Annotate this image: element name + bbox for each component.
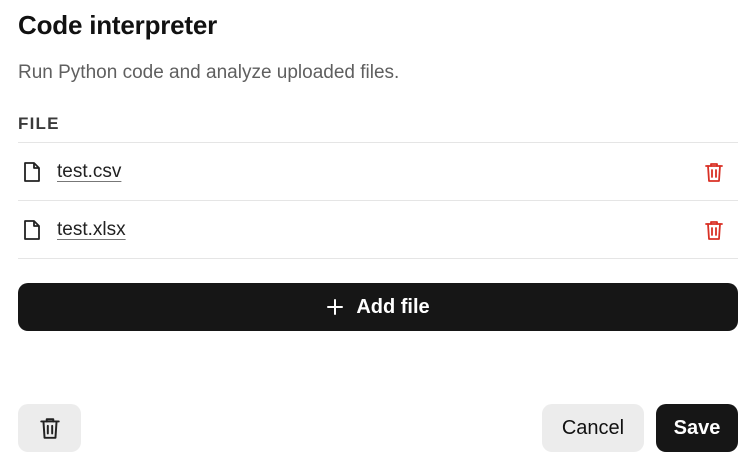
- file-icon: [20, 160, 44, 184]
- dialog-title: Code interpreter: [18, 10, 218, 40]
- add-file-button[interactable]: Add file: [18, 283, 738, 331]
- file-icon: [20, 218, 44, 242]
- file-section-label: FILE: [18, 114, 60, 133]
- file-list: test.csv test.xlsx: [18, 142, 738, 259]
- trash-icon: [39, 416, 61, 440]
- trash-icon[interactable]: [702, 160, 726, 184]
- add-file-label: Add file: [356, 295, 430, 318]
- cancel-button[interactable]: Cancel: [542, 404, 644, 452]
- file-name-link[interactable]: test.xlsx: [57, 219, 126, 241]
- file-row: test.csv: [18, 143, 738, 201]
- delete-tool-button[interactable]: [18, 404, 81, 452]
- plus-icon: [326, 298, 344, 316]
- code-interpreter-dialog: Code interpreter Run Python code and ana…: [0, 0, 753, 457]
- dialog-subtitle: Run Python code and analyze uploaded fil…: [18, 62, 400, 83]
- file-name-link[interactable]: test.csv: [57, 161, 121, 183]
- save-button[interactable]: Save: [656, 404, 738, 452]
- file-row: test.xlsx: [18, 201, 738, 259]
- trash-icon[interactable]: [702, 218, 726, 242]
